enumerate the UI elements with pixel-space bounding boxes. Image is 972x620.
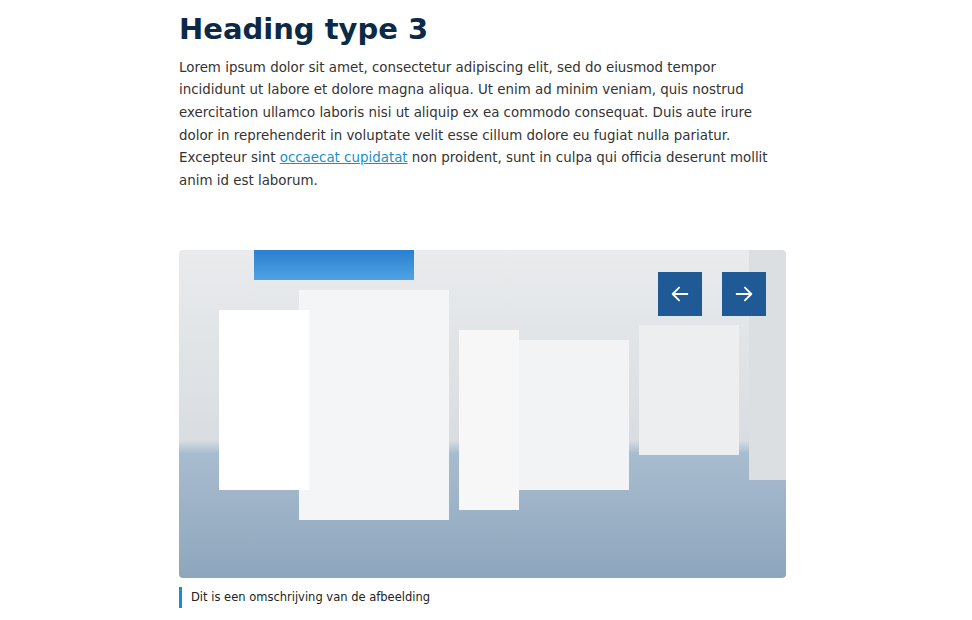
previous-button[interactable] [658,272,702,316]
next-button[interactable] [722,272,766,316]
body-paragraph: Lorem ipsum dolor sit amet, consectetur … [179,57,775,193]
inline-link[interactable]: occaecat cupidatat [280,150,408,165]
carousel-image [179,250,786,578]
carousel-controls [658,272,766,316]
image-caption: Dit is een omschrijving van de afbeeldin… [179,587,786,608]
paragraph-text: Lorem ipsum dolor sit amet, consectetur … [179,60,752,165]
page-heading: Heading type 3 [179,12,786,47]
content-column: Heading type 3 Lorem ipsum dolor sit amet… [179,0,786,608]
arrow-left-icon [669,283,691,305]
arrow-right-icon [733,283,755,305]
